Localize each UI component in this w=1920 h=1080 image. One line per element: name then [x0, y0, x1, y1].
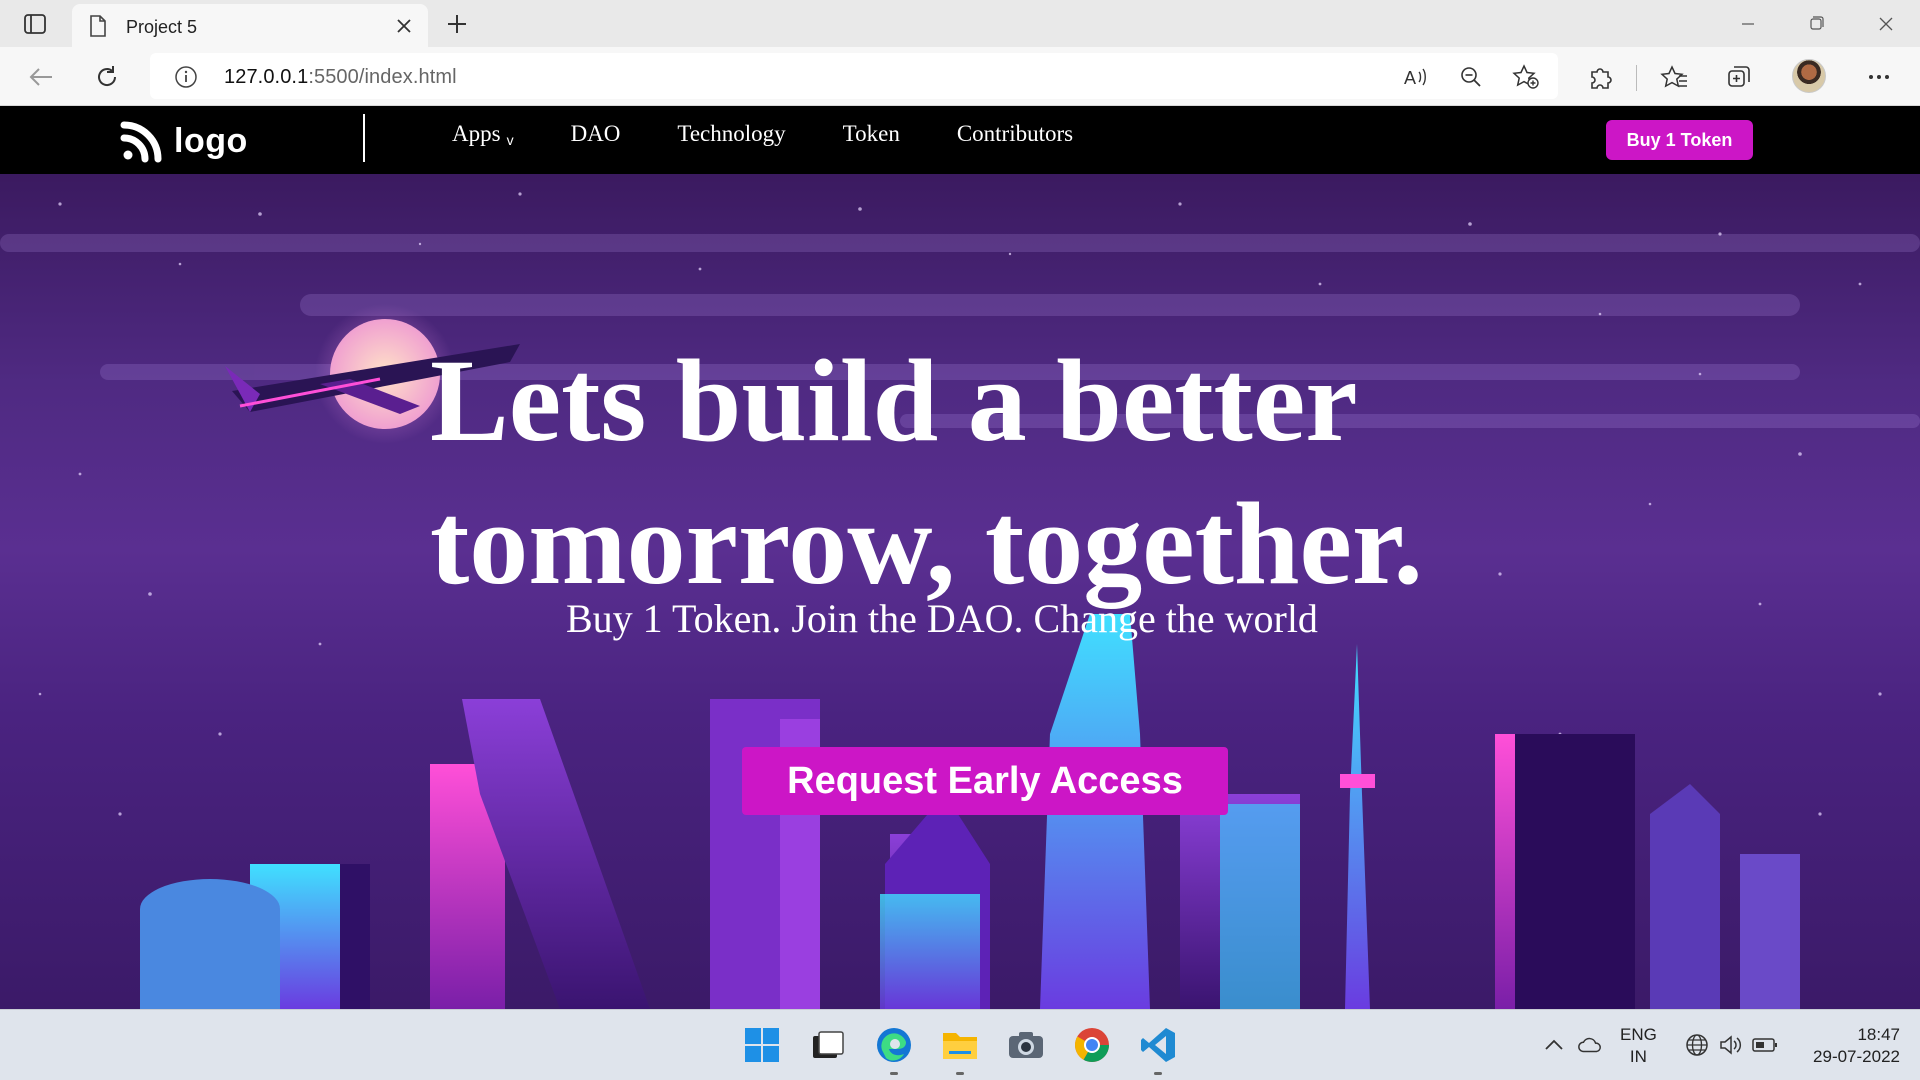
hero-title-line2: tomorrow, together. [430, 478, 1423, 609]
task-view-icon[interactable] [808, 1025, 848, 1065]
chrome-icon[interactable] [1072, 1025, 1112, 1065]
close-tab-icon[interactable] [394, 16, 414, 36]
nav-divider [363, 114, 365, 162]
windows-start-icon[interactable] [742, 1025, 782, 1065]
nav-token[interactable]: Token [843, 121, 900, 147]
nav-apps[interactable]: Apps v [452, 121, 514, 148]
battery-icon[interactable] [1752, 1032, 1778, 1058]
site-info-icon[interactable] [174, 65, 198, 94]
chevron-down-icon: v [506, 132, 514, 148]
add-favorite-icon[interactable] [1510, 61, 1542, 93]
minimize-icon[interactable] [1728, 10, 1768, 38]
hero-section: Lets build a better tomorrow, together. B… [0, 174, 1920, 1009]
tab-project-5[interactable]: Project 5 [72, 4, 428, 47]
language-indicator[interactable]: ENG IN [1620, 1024, 1657, 1068]
nav-links: Apps v DAO Technology Token Contributors [452, 121, 1130, 148]
more-menu-icon[interactable] [1862, 60, 1896, 94]
region-code: IN [1629, 1047, 1647, 1066]
hero-subtitle: Buy 1 Token. Join the DAO. Change the wo… [566, 596, 1318, 641]
profile-avatar[interactable] [1792, 59, 1826, 93]
chevron-up-icon[interactable] [1541, 1032, 1567, 1058]
nav-apps-label: Apps [452, 121, 501, 146]
file-explorer-icon[interactable] [940, 1025, 980, 1075]
tab-title: Project 5 [126, 17, 198, 37]
read-aloud-icon[interactable]: A [1400, 61, 1432, 93]
refresh-icon[interactable] [90, 60, 124, 94]
url-text: 127.0.0.1:5500/index.html [224, 66, 457, 89]
extensions-icon[interactable] [1584, 60, 1618, 94]
running-indicator [1154, 1072, 1162, 1075]
url-host: 127.0.0.1 [224, 66, 309, 88]
address-bar[interactable]: 127.0.0.1:5500/index.html A [150, 53, 1558, 99]
volume-icon[interactable] [1718, 1032, 1744, 1058]
zoom-out-icon[interactable] [1455, 61, 1487, 93]
nav-dao[interactable]: DAO [571, 121, 621, 147]
hero-title-line1: Lets build a better [430, 335, 1358, 466]
nav-technology[interactable]: Technology [677, 121, 785, 147]
page-viewport: logo Apps v DAO Technology Token Contribu… [0, 107, 1920, 1009]
svg-text:A: A [1404, 68, 1416, 88]
new-tab-button[interactable] [440, 10, 474, 38]
language-code: ENG [1620, 1025, 1657, 1044]
request-early-access-button[interactable]: Request Early Access [742, 747, 1228, 815]
edge-icon[interactable] [874, 1025, 914, 1075]
site-logo[interactable]: logo [120, 119, 248, 163]
browser-tab-strip: Project 5 [0, 0, 1920, 47]
close-window-icon[interactable] [1866, 10, 1906, 38]
clock-date: 29-07-2022 [1813, 1047, 1900, 1066]
buy-token-button[interactable]: Buy 1 Token [1606, 120, 1753, 160]
browser-toolbar: 127.0.0.1:5500/index.html A [0, 47, 1920, 106]
page-icon [89, 15, 107, 42]
site-navbar: logo Apps v DAO Technology Token Contribu… [0, 107, 1920, 174]
nav-contributors[interactable]: Contributors [957, 121, 1073, 147]
favorites-icon[interactable] [1657, 60, 1691, 94]
toolbar-separator [1636, 65, 1637, 91]
collections-icon[interactable] [1722, 60, 1756, 94]
network-globe-icon[interactable] [1684, 1032, 1710, 1058]
restore-icon[interactable] [1796, 10, 1836, 38]
camera-icon[interactable] [1006, 1025, 1046, 1065]
onedrive-icon[interactable] [1577, 1032, 1603, 1058]
vscode-icon[interactable] [1138, 1025, 1178, 1075]
url-path: :5500/index.html [308, 66, 457, 88]
logo-text: logo [174, 121, 248, 160]
running-indicator [956, 1072, 964, 1075]
logo-icon [120, 121, 162, 163]
clock-time: 18:47 [1857, 1025, 1900, 1044]
back-icon[interactable] [24, 60, 58, 94]
windows-taskbar: ENG IN 18:47 29-07-2022 [0, 1009, 1920, 1080]
hero-title: Lets build a better tomorrow, together. [430, 329, 1530, 615]
system-clock[interactable]: 18:47 29-07-2022 [1800, 1024, 1900, 1068]
tab-actions-icon[interactable] [18, 10, 52, 38]
running-indicator [890, 1072, 898, 1075]
